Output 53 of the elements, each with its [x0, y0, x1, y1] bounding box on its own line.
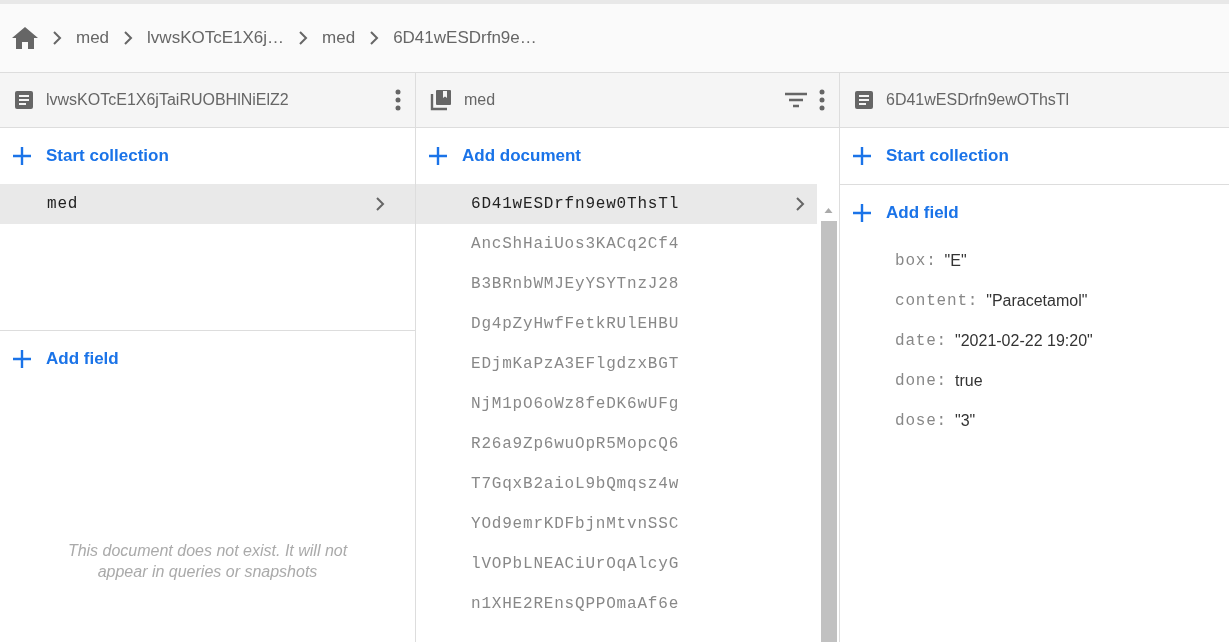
- document-icon: [14, 90, 34, 110]
- chevron-icon: [298, 31, 309, 45]
- plus-icon: [852, 146, 872, 166]
- breadcrumb-link[interactable]: lvwsKOTcE1X6j…: [147, 28, 285, 48]
- more-icon[interactable]: [819, 89, 825, 111]
- chevron-icon: [369, 31, 380, 45]
- document-item[interactable]: T7GqxB2aioL9bQmqsz4w: [416, 464, 817, 504]
- document-item[interactable]: 6D41wESDrfn9ew0ThsTl: [416, 184, 817, 224]
- filter-icon[interactable]: [785, 92, 807, 108]
- plus-icon: [428, 146, 448, 166]
- collection-item[interactable]: med: [0, 184, 415, 224]
- chevron-icon: [375, 197, 385, 211]
- plus-icon: [12, 349, 32, 369]
- panel-title: med: [464, 91, 497, 109]
- chevron-icon: [123, 31, 134, 45]
- field-value: "3": [955, 412, 976, 430]
- field-key: box:: [895, 252, 937, 270]
- breadcrumb-link[interactable]: 6D41wESDrfn9e…: [393, 28, 537, 48]
- plus-icon: [852, 203, 872, 223]
- document-item[interactable]: Dg4pZyHwfFetkRUlEHBU: [416, 304, 817, 344]
- field-key: content:: [895, 292, 979, 310]
- add-button[interactable]: Add document: [416, 128, 839, 184]
- field-value: "E": [944, 252, 967, 270]
- chevron-icon: [795, 197, 805, 211]
- chevron-icon: [52, 31, 62, 45]
- notice-text: This document does not exist. It will not appear in queries or snapshots: [66, 541, 349, 582]
- document-item[interactable]: EDjmKaPzA3EFlgdzxBGT: [416, 344, 817, 384]
- add-button[interactable]: Add field: [0, 331, 415, 387]
- document-item[interactable]: YOd9emrKDFbjnMtvnSSC: [416, 504, 817, 544]
- plus-icon: [12, 146, 32, 166]
- breadcrumb-link[interactable]: med: [322, 28, 356, 48]
- document-item[interactable]: NjM1pO6oWz8feDK6wUFg: [416, 384, 817, 424]
- document-item[interactable]: n1XHE2REnsQPPOmaAf6e: [416, 584, 817, 624]
- document-item[interactable]: AncShHaiUos3KACq2Cf4: [416, 224, 817, 264]
- field-value: "2021-02-22 19:20": [955, 332, 1093, 350]
- field-key: done:: [895, 372, 947, 390]
- document-item[interactable]: lVOPbLNEACiUrOqAlcyG: [416, 544, 817, 584]
- field-key: date:: [895, 332, 947, 350]
- collection-icon: [430, 89, 452, 111]
- breadcrumb-link[interactable]: med: [76, 28, 110, 48]
- field-key: dose:: [895, 412, 947, 430]
- field-value: "Paracetamol": [986, 292, 1088, 310]
- panel-title: lvwsKOTcE1X6jTaiRUOBHlNiElZ2: [46, 91, 290, 109]
- field-value: true: [955, 372, 983, 390]
- add-button[interactable]: Start collection: [0, 128, 415, 184]
- home-icon[interactable]: [12, 27, 38, 49]
- more-icon[interactable]: [395, 89, 401, 111]
- add-button[interactable]: Start collection: [840, 128, 1229, 184]
- add-button[interactable]: Add field: [840, 185, 1229, 241]
- document-item[interactable]: B3BRnbWMJEyYSYTnzJ28: [416, 264, 817, 304]
- document-icon: [854, 90, 874, 110]
- document-item[interactable]: R26a9Zp6wuOpR5MopcQ6: [416, 424, 817, 464]
- panel-title: 6D41wESDrfn9ewOThsTl: [886, 91, 1071, 109]
